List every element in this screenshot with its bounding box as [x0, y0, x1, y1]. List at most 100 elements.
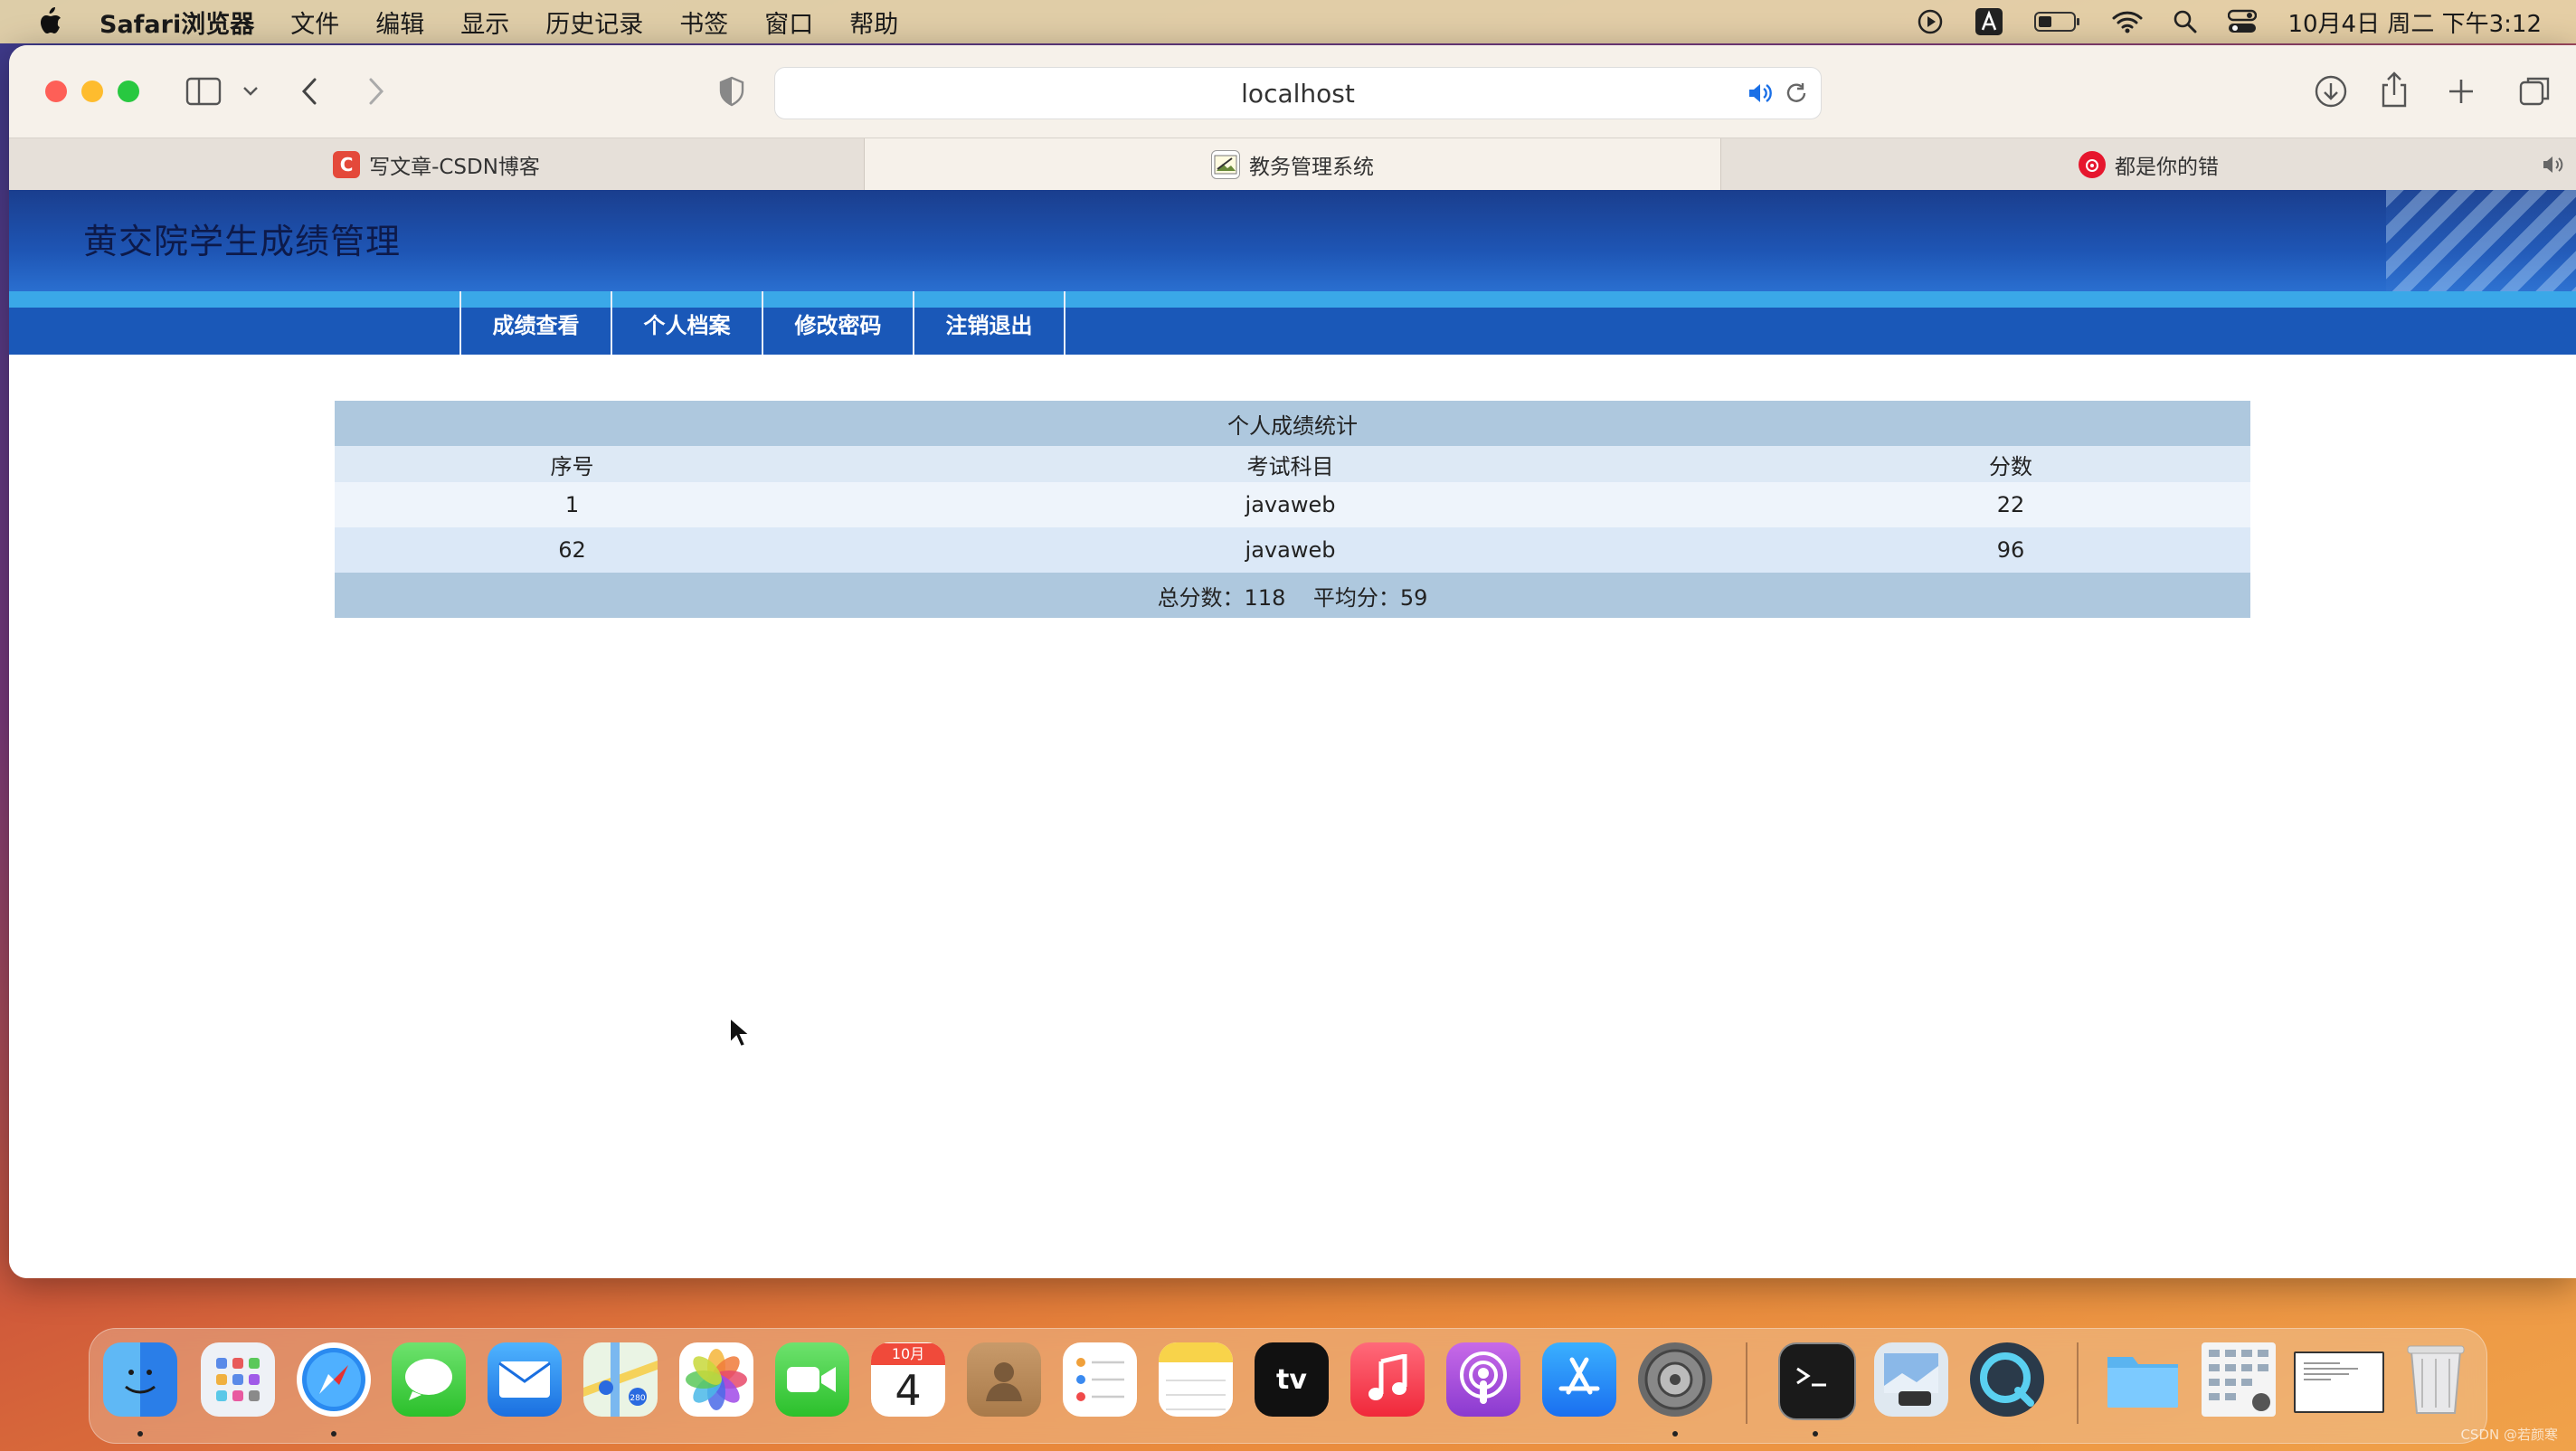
wifi-icon[interactable]	[2112, 10, 2143, 33]
finder-icon[interactable]	[103, 1342, 177, 1417]
system-preferences-running-dot	[1672, 1431, 1678, 1437]
app-store-icon[interactable]	[1542, 1342, 1616, 1417]
safari-icon[interactable]	[297, 1342, 371, 1417]
trash-icon[interactable]	[2399, 1342, 2473, 1417]
window-thumb-icon[interactable]	[2294, 1351, 2384, 1413]
mouse-cursor-icon	[729, 1016, 752, 1048]
tab-academic-system[interactable]: 教务管理系统	[865, 138, 1720, 191]
folder-icon[interactable]	[2106, 1342, 2180, 1417]
chevron-down-icon[interactable]	[242, 85, 260, 98]
control-center-icon[interactable]	[2228, 9, 2258, 34]
input-source-icon[interactable]	[1975, 7, 2003, 36]
cell-subject: javaweb	[810, 527, 1771, 573]
audio-playing-icon[interactable]	[1747, 81, 1774, 106]
spotlight-search-icon[interactable]	[2174, 10, 2197, 33]
close-window-button[interactable]	[45, 81, 67, 102]
now-playing-icon[interactable]	[1917, 8, 1944, 35]
site-banner: 黄交院学生成绩管理	[9, 190, 2576, 291]
tab-label: 写文章-CSDN博客	[369, 156, 540, 179]
banner-strip	[9, 291, 2576, 308]
summary-text: 总分数：118 平均分：59	[335, 573, 2250, 618]
apple-logo-icon[interactable]	[36, 6, 63, 37]
reload-icon[interactable]	[1785, 81, 1808, 105]
table-caption-row: 个人成绩统计	[335, 401, 2250, 446]
table-row: 1 javaweb 22	[335, 482, 2250, 527]
preview-icon[interactable]	[1874, 1342, 1948, 1417]
nav-logout[interactable]: 注销退出	[913, 291, 1065, 355]
menu-clock[interactable]: 10月4日 周二 下午3:12	[2287, 5, 2542, 39]
menu-help[interactable]: 帮助	[849, 5, 898, 40]
site-title: 黄交院学生成绩管理	[83, 222, 402, 261]
terminal-running-dot	[1813, 1431, 1818, 1437]
cell-score: 96	[1771, 527, 2250, 573]
menu-app-name[interactable]: Safari浏览器	[99, 5, 254, 40]
system-preferences-icon[interactable]	[1638, 1342, 1712, 1417]
menu-view[interactable]: 显示	[460, 5, 509, 40]
cell-id: 62	[335, 527, 810, 573]
maps-icon[interactable]: 280	[583, 1342, 658, 1417]
menu-file[interactable]: 文件	[290, 5, 339, 40]
notes-header	[1159, 1342, 1233, 1362]
back-arrow-icon[interactable]	[298, 76, 322, 107]
notes-icon[interactable]	[1159, 1342, 1233, 1417]
sidebar-icon[interactable]	[185, 76, 222, 107]
nav-change-password[interactable]: 修改密码	[762, 291, 913, 355]
menu-bar: Safari浏览器 文件 编辑 显示 历史记录 书签 窗口 帮助 10月4日 周…	[0, 0, 2576, 43]
screenshot-icon[interactable]	[2202, 1342, 2276, 1417]
tab-overview-icon[interactable]	[2518, 74, 2552, 109]
tab-music[interactable]: 都是你的错	[1720, 138, 2576, 191]
table-row: 62 javaweb 96	[335, 527, 2250, 573]
nav-profile[interactable]: 个人档案	[611, 291, 762, 355]
new-tab-plus-icon[interactable]	[2446, 76, 2477, 107]
column-header-id: 序号	[335, 446, 810, 482]
forward-arrow-icon[interactable]	[364, 76, 387, 107]
terminal-icon[interactable]	[1778, 1342, 1856, 1420]
cell-id: 1	[335, 482, 810, 527]
cell-subject: javaweb	[810, 482, 1771, 527]
minimize-window-button[interactable]	[81, 81, 103, 102]
column-header-score: 分数	[1771, 446, 2250, 482]
tab-bar: C 写文章-CSDN博客 教务管理系统 都是你的错	[9, 138, 2576, 191]
tab-audio-icon[interactable]	[2542, 154, 2565, 175]
music-icon[interactable]	[1350, 1342, 1425, 1417]
tab-csdn[interactable]: C 写文章-CSDN博客	[9, 138, 865, 191]
contacts-icon[interactable]	[967, 1342, 1041, 1417]
calendar-day: 4	[895, 1366, 922, 1415]
main-nav: 成绩查看 个人档案 修改密码 注销退出	[459, 291, 1065, 355]
menu-window[interactable]: 窗口	[764, 5, 813, 40]
facetime-icon[interactable]	[775, 1342, 849, 1417]
url-text: localhost	[1241, 78, 1355, 109]
share-icon[interactable]	[2379, 71, 2410, 109]
address-bar[interactable]: localhost	[774, 67, 1822, 119]
csdn-favicon-icon: C	[333, 151, 361, 178]
menu-history[interactable]: 历史记录	[545, 5, 643, 40]
podcasts-icon[interactable]	[1446, 1342, 1520, 1417]
table-caption: 个人成绩统计	[335, 401, 2250, 446]
calendar-icon[interactable]: 10月 4	[871, 1342, 945, 1417]
launchpad-icon[interactable]	[201, 1342, 275, 1417]
zoom-window-button[interactable]	[118, 81, 139, 102]
menu-edit[interactable]: 编辑	[375, 5, 424, 40]
safari-window: localhost C 写文章-CSDN博客 教务管理系统 都是你的错 黄交院学…	[9, 45, 2576, 1278]
cell-score: 22	[1771, 482, 2250, 527]
browser-toolbar: localhost	[9, 45, 2576, 138]
menu-bookmarks[interactable]: 书签	[679, 5, 728, 40]
svg-text:280: 280	[630, 1394, 645, 1403]
apple-tv-label: tv	[1276, 1363, 1307, 1396]
tab-label: 都是你的错	[2115, 156, 2219, 179]
downloads-icon[interactable]	[2314, 74, 2348, 109]
finder-running-dot	[137, 1431, 143, 1437]
battery-icon[interactable]	[2034, 10, 2081, 33]
mail-icon[interactable]	[488, 1342, 562, 1417]
apple-tv-icon[interactable]: tv	[1255, 1342, 1329, 1417]
keyboard-decoration-image	[2386, 190, 2576, 291]
calendar-month: 10月	[871, 1343, 945, 1365]
nav-grades[interactable]: 成绩查看	[459, 291, 611, 355]
messages-icon[interactable]	[392, 1342, 466, 1417]
reminders-icon[interactable]	[1063, 1342, 1137, 1417]
score-table: 个人成绩统计 序号 考试科目 分数 1 javaweb 22 62 javawe…	[335, 401, 2250, 618]
web-page: 黄交院学生成绩管理 成绩查看 个人档案 修改密码 注销退出 个人成绩统计 序号 …	[9, 190, 2576, 1278]
privacy-shield-icon[interactable]	[718, 76, 745, 107]
quicktime-icon[interactable]	[1970, 1342, 2044, 1417]
photos-icon[interactable]	[679, 1342, 753, 1417]
